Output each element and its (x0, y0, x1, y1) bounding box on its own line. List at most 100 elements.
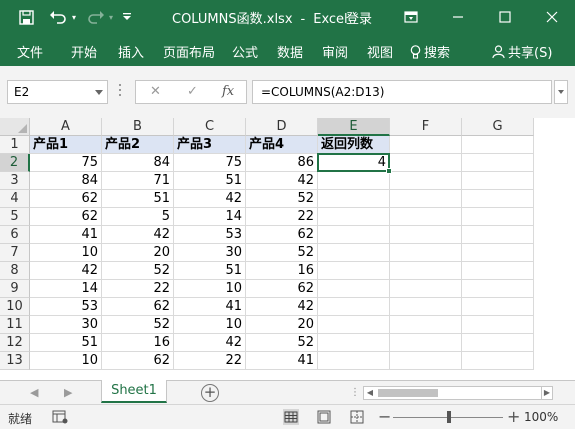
data-cell-a4[interactable]: 62 (30, 190, 102, 208)
enter-icon[interactable]: ✓ (187, 84, 198, 99)
ribbon-display-options-icon[interactable] (400, 6, 422, 28)
customize-toolbar-icon[interactable] (120, 7, 134, 27)
data-cell-b2[interactable]: 84 (102, 154, 174, 172)
data-cell-a6[interactable]: 41 (30, 226, 102, 244)
data-cell-c7[interactable]: 30 (174, 244, 246, 262)
row-header-11[interactable]: 11 (0, 316, 30, 334)
signin-link[interactable]: 登录 (346, 8, 372, 27)
header-cell-e1[interactable]: 返回列数 (318, 136, 390, 154)
column-header-c[interactable]: C (174, 118, 246, 136)
column-header-d[interactable]: D (246, 118, 318, 136)
data-cell-b13[interactable]: 62 (102, 352, 174, 370)
data-cell-a12[interactable]: 51 (30, 334, 102, 352)
data-cell-d5[interactable]: 22 (246, 208, 318, 226)
page-break-preview-icon[interactable] (349, 409, 365, 425)
close-icon[interactable] (541, 6, 563, 28)
zoom-level[interactable]: 100% (524, 410, 558, 424)
data-cell-d8[interactable]: 16 (246, 262, 318, 280)
zoom-in-icon[interactable]: + (507, 407, 520, 426)
data-cell-e2[interactable]: 4 (318, 154, 390, 172)
column-header-a[interactable]: A (30, 118, 102, 136)
cell-e11[interactable] (318, 316, 390, 334)
add-sheet-icon[interactable]: + (201, 384, 219, 402)
header-cell-c1[interactable]: 产品3 (174, 136, 246, 154)
cell-g9[interactable] (462, 280, 534, 298)
tab-insert[interactable]: 插入 (118, 42, 144, 61)
row-header-4[interactable]: 4 (0, 190, 30, 208)
data-cell-c4[interactable]: 42 (174, 190, 246, 208)
data-cell-a5[interactable]: 62 (30, 208, 102, 226)
data-cell-d6[interactable]: 62 (246, 226, 318, 244)
cell-f4[interactable] (390, 190, 462, 208)
cell-e4[interactable] (318, 190, 390, 208)
scroll-right-icon[interactable]: ▶ (541, 386, 553, 400)
data-cell-c11[interactable]: 10 (174, 316, 246, 334)
scroll-left-icon[interactable]: ◀ (364, 387, 376, 399)
data-cell-d7[interactable]: 52 (246, 244, 318, 262)
cell-f6[interactable] (390, 226, 462, 244)
data-cell-d10[interactable]: 42 (246, 298, 318, 316)
expand-formula-bar-icon[interactable] (554, 80, 568, 104)
formula-input[interactable]: =COLUMNS(A2:D13) (252, 80, 552, 104)
row-header-13[interactable]: 13 (0, 352, 30, 370)
cell-g11[interactable] (462, 316, 534, 334)
zoom-out-icon[interactable]: − (378, 407, 391, 426)
column-header-g[interactable]: G (462, 118, 534, 136)
cell-f3[interactable] (390, 172, 462, 190)
data-cell-b9[interactable]: 22 (102, 280, 174, 298)
worksheet-grid[interactable]: A B C D E F G 1 2 3 4 5 6 7 8 9 10 11 12 13 产品1 产品2 产品3 产品4 返回列数… (0, 118, 575, 380)
undo-dropdown-icon[interactable]: ▾ (69, 7, 79, 27)
select-all-button[interactable] (0, 118, 30, 136)
data-cell-c2[interactable]: 75 (174, 154, 246, 172)
data-cell-a10[interactable]: 53 (30, 298, 102, 316)
data-cell-a2[interactable]: 75 (30, 154, 102, 172)
data-cell-c13[interactable]: 22 (174, 352, 246, 370)
minimize-icon[interactable] (447, 6, 469, 28)
cell-g6[interactable] (462, 226, 534, 244)
data-cell-a13[interactable]: 10 (30, 352, 102, 370)
tab-data[interactable]: 数据 (277, 42, 303, 61)
horizontal-scrollbar[interactable]: ◀ (363, 386, 553, 400)
cell-e13[interactable] (318, 352, 390, 370)
redo-dropdown-icon[interactable]: ▾ (106, 7, 116, 27)
data-cell-b4[interactable]: 51 (102, 190, 174, 208)
row-header-9[interactable]: 9 (0, 280, 30, 298)
data-cell-d3[interactable]: 42 (246, 172, 318, 190)
data-cell-c6[interactable]: 53 (174, 226, 246, 244)
header-cell-d1[interactable]: 产品4 (246, 136, 318, 154)
cancel-icon[interactable]: ✕ (150, 84, 161, 99)
data-cell-d2[interactable]: 86 (246, 154, 318, 172)
page-layout-view-icon[interactable] (316, 409, 332, 425)
row-header-1[interactable]: 1 (0, 136, 30, 154)
row-header-10[interactable]: 10 (0, 298, 30, 316)
data-cell-b12[interactable]: 16 (102, 334, 174, 352)
column-header-f[interactable]: F (390, 118, 462, 136)
cell-f9[interactable] (390, 280, 462, 298)
cell-g10[interactable] (462, 298, 534, 316)
data-cell-c5[interactable]: 14 (174, 208, 246, 226)
tab-page-layout[interactable]: 页面布局 (163, 42, 215, 61)
tab-formulas[interactable]: 公式 (232, 42, 258, 61)
tab-review[interactable]: 审阅 (322, 42, 348, 61)
cell-f13[interactable] (390, 352, 462, 370)
data-cell-d12[interactable]: 52 (246, 334, 318, 352)
cell-f1[interactable] (390, 136, 462, 154)
maximize-icon[interactable] (494, 6, 516, 28)
data-cell-d13[interactable]: 41 (246, 352, 318, 370)
data-cell-b3[interactable]: 71 (102, 172, 174, 190)
data-cell-a3[interactable]: 84 (30, 172, 102, 190)
cell-f12[interactable] (390, 334, 462, 352)
data-cell-a9[interactable]: 14 (30, 280, 102, 298)
cell-g1[interactable] (462, 136, 534, 154)
cell-g12[interactable] (462, 334, 534, 352)
cell-e6[interactable] (318, 226, 390, 244)
horizontal-scroll-thumb[interactable] (378, 389, 438, 397)
insert-function-icon[interactable]: fx (222, 84, 234, 99)
row-header-5[interactable]: 5 (0, 208, 30, 226)
cell-f8[interactable] (390, 262, 462, 280)
data-cell-a11[interactable]: 30 (30, 316, 102, 334)
cell-g2[interactable] (462, 154, 534, 172)
cell-f11[interactable] (390, 316, 462, 334)
data-cell-b8[interactable]: 52 (102, 262, 174, 280)
data-cell-c9[interactable]: 10 (174, 280, 246, 298)
